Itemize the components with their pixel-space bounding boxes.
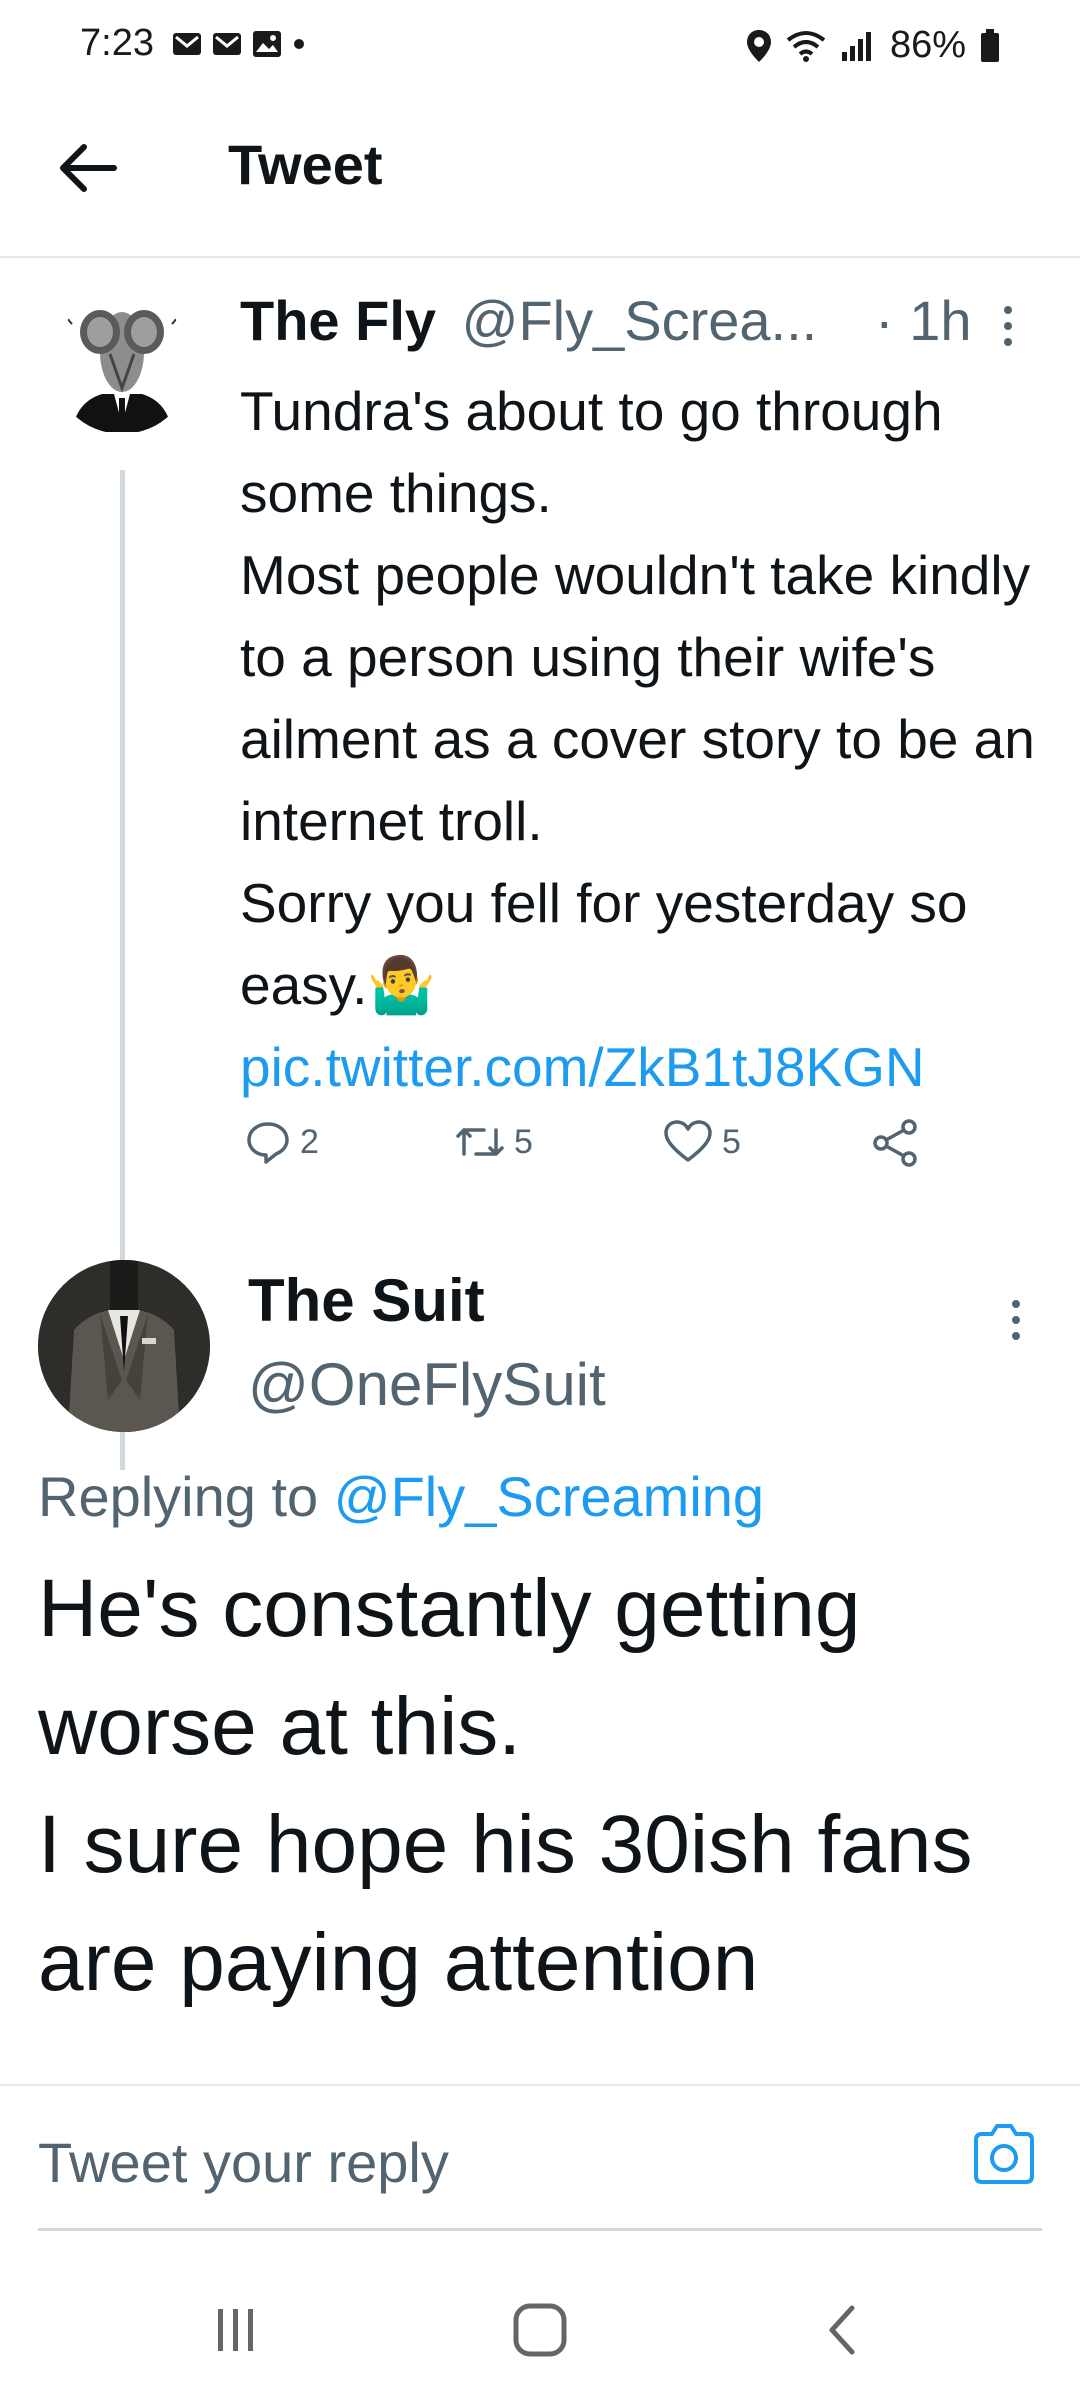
retweet-action[interactable]: 5 [454,1118,533,1166]
author-name[interactable]: The Fly [240,289,436,352]
home-icon [513,2303,567,2357]
avatar[interactable] [38,1260,210,1432]
reply-line: He's constantly getting worse at this. [38,1563,861,1772]
like-action[interactable]: 5 [662,1118,741,1166]
suit-avatar-image [38,1260,210,1432]
more-options-icon[interactable] [996,296,1020,356]
reply-composer: Tweet your reply [0,2084,1080,2231]
system-icons: 86% [746,24,1000,67]
app-header: Tweet [0,100,1080,258]
gmail-icon [213,33,241,55]
battery-icon [981,28,999,62]
reply-action[interactable]: 2 [244,1118,319,1166]
signal-icon [841,31,871,61]
like-count: 5 [722,1122,741,1161]
wifi-icon [786,30,826,62]
arrow-left-icon [60,144,117,192]
recents-button[interactable] [196,2290,276,2370]
replying-to-handle[interactable]: @Fly_Screaming [334,1465,764,1528]
parent-tweet[interactable]: The Fly @Fly_Screa... · 1h Tundra's abou… [0,258,1080,1470]
retweet-icon [456,1128,504,1156]
tweet-line: Tundra's about to go through some things… [240,380,943,524]
tweet-line-text: Sorry you fell for yesterday so easy. [240,872,968,1016]
replying-to-label: Replying to [38,1465,334,1528]
share-icon [873,1119,917,1167]
recents-icon [218,2309,253,2351]
heart-icon [664,1120,712,1162]
status-bar: 7:23 86% [0,0,1080,100]
page-title: Tweet [228,133,383,196]
share-action[interactable] [869,1118,921,1168]
tweet-link[interactable]: pic.twitter.com/ZkB1tJ8KGN [240,1036,925,1098]
tweet-line: Most people wouldn't take kindly to a pe… [240,544,1035,852]
reply-line: I sure hope his 30ish fans are paying at… [38,1799,973,2008]
tweet-actions: 2 5 5 [244,1118,944,1198]
retweet-count: 5 [514,1122,533,1161]
tweet-time: · 1h [875,289,972,352]
more-options-icon[interactable] [1004,1290,1028,1350]
tweet-text: Tundra's about to go through some things… [240,370,1060,1108]
fly-avatar-image [52,294,192,434]
reply-text: He's constantly getting worse at this. I… [38,1550,1038,2022]
reply-icon [247,1122,289,1164]
tweet-line: Sorry you fell for yesterday so easy.🤷‍♂… [240,862,1060,1108]
author-name[interactable]: The Suit [248,1266,485,1335]
shrug-emoji: 🤷‍♂️ [367,954,436,1016]
reply-count: 2 [300,1122,319,1161]
system-nav-bar [0,2250,1080,2400]
avatar[interactable] [52,294,192,434]
home-button[interactable] [500,2290,580,2370]
chevron-left-icon [829,2305,855,2355]
battery-percent: 86% [889,24,966,66]
gallery-icon [253,31,281,57]
notification-icons [172,30,306,58]
gmail-icon [173,33,201,55]
author-handle[interactable]: @Fly_Screa... [462,289,818,352]
replying-to: Replying to @Fly_Screaming [38,1464,764,1529]
reply-underline [38,2228,1042,2231]
status-time: 7:23 [80,22,154,64]
camera-icon[interactable] [970,2120,1038,2188]
dot-icon [294,39,304,49]
author-handle[interactable]: @OneFlySuit [248,1350,606,1419]
tweet-header: The Fly @Fly_Screa... · 1h [240,288,1040,358]
location-icon [746,29,771,62]
back-nav-button[interactable] [802,2290,882,2370]
back-button[interactable] [56,136,120,200]
reply-input[interactable]: Tweet your reply [38,2130,449,2195]
